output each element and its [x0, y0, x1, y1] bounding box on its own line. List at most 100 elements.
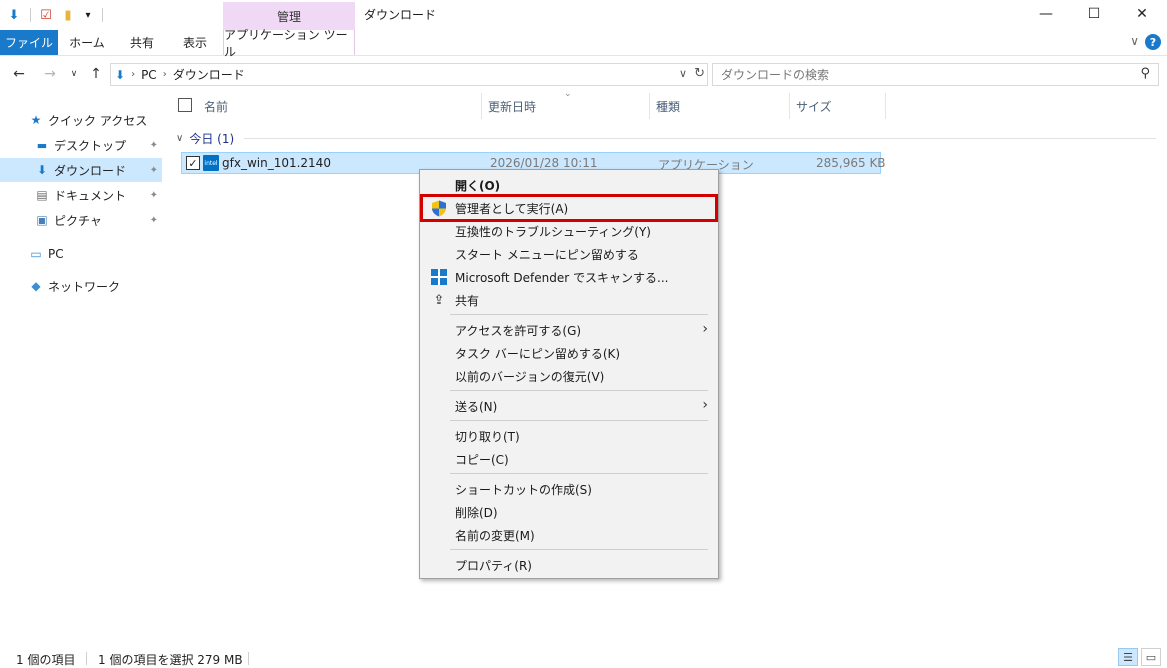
row-checkbox[interactable]: ✓ [186, 156, 200, 170]
group-header-today[interactable]: ∨ 今日 (1) [176, 129, 1156, 147]
breadcrumb-downloads[interactable]: ダウンロード [173, 66, 245, 83]
menu-item-pin-to-taskbar[interactable]: タスク バーにピン留めする(K) [422, 342, 716, 364]
menu-separator [450, 390, 708, 391]
file-size: 285,965 KB [816, 156, 886, 170]
sidebar-item-documents[interactable]: ▤ ドキュメント ✦ [0, 183, 162, 207]
navigation-pane: ★ クイック アクセス ▬ デスクトップ ✦ ⬇ ダウンロード ✦ ▤ ドキュメ… [0, 100, 162, 640]
breadcrumb-pc[interactable]: PC [141, 68, 157, 82]
column-type[interactable]: 種類 [650, 93, 790, 119]
picture-icon: ▣ [36, 213, 48, 227]
sort-caret-icon: ⌄ [564, 89, 572, 99]
menu-item-label: 共有 [455, 294, 480, 308]
column-name[interactable]: 名前 [198, 93, 482, 119]
menu-item-label: Microsoft Defender でスキャンする... [455, 271, 669, 285]
back-arrow-icon[interactable]: ← [9, 64, 29, 84]
divider [30, 8, 31, 22]
sidebar-item-desktop[interactable]: ▬ デスクトップ ✦ [0, 133, 162, 157]
tab-application-tools[interactable]: アプリケーション ツール [223, 28, 355, 59]
expand-ribbon-icon[interactable]: ∨ [1130, 34, 1139, 48]
document-icon: ▤ [36, 188, 48, 202]
menu-item-share[interactable]: ⇪ 共有 [422, 289, 716, 311]
tab-file[interactable]: ファイル [0, 30, 58, 55]
desktop-icon: ▬ [36, 138, 48, 152]
pin-icon[interactable]: ✦ [150, 190, 158, 201]
group-divider [244, 137, 1156, 139]
menu-item-cut[interactable]: 切り取り(T) [422, 425, 716, 447]
menu-item-label: 名前の変更(M) [455, 529, 535, 543]
minimize-button[interactable]: — [1022, 0, 1070, 28]
pin-icon[interactable]: ✦ [150, 140, 158, 151]
menu-item-label: 送る(N) [455, 400, 498, 414]
address-bar[interactable]: ⬇ › PC › ダウンロード ∨ ↻ [110, 63, 708, 86]
tab-home[interactable]: ホーム [62, 30, 112, 55]
details-view-icon[interactable]: ☰ [1118, 648, 1138, 666]
menu-item-defender-scan[interactable]: Microsoft Defender でスキャンする... [422, 266, 716, 288]
pin-icon[interactable]: ✦ [150, 165, 158, 176]
menu-item-give-access[interactable]: アクセスを許可する(G) › [422, 319, 716, 341]
sidebar-item-pc[interactable]: ▭ PC [0, 242, 162, 266]
breadcrumb-separator: › [131, 69, 136, 80]
sidebar-item-label: ピクチャ [54, 213, 102, 228]
forward-arrow-icon[interactable]: → [40, 64, 60, 84]
sidebar-item-label: ダウンロード [54, 163, 127, 178]
file-explorer-window: ⬇ ☑ ▮ ▾ 管理 ダウンロード — ☐ ✕ ファイル ホーム 共有 表示 ア… [0, 0, 1167, 668]
share-icon: ⇪ [433, 292, 445, 308]
search-input[interactable] [721, 67, 1121, 82]
pin-icon[interactable]: ✦ [150, 215, 158, 226]
menu-item-label: コピー(C) [455, 453, 509, 467]
menu-item-label: アクセスを許可する(G) [455, 324, 582, 338]
search-box: ⚲ [712, 63, 1159, 86]
tab-view[interactable]: 表示 [172, 30, 218, 55]
sidebar-item-label: クイック アクセス [48, 113, 148, 128]
sidebar-item-quick-access[interactable]: ★ クイック アクセス [0, 108, 162, 132]
menu-separator [450, 549, 708, 550]
menu-item-delete[interactable]: 削除(D) [422, 501, 716, 523]
sidebar-item-label: ネットワーク [48, 279, 121, 294]
menu-item-label: ショートカットの作成(S) [455, 483, 592, 497]
recent-locations-icon[interactable]: ∨ [64, 64, 84, 84]
new-folder-icon[interactable]: ▮ [60, 6, 76, 24]
large-icons-view-icon[interactable]: ▭ [1141, 648, 1161, 666]
menu-item-send-to[interactable]: 送る(N) › [422, 395, 716, 417]
menu-separator [450, 420, 708, 421]
help-icon[interactable]: ? [1145, 34, 1161, 50]
download-arrow-icon[interactable]: ⬇ [6, 6, 22, 24]
status-divider [248, 652, 249, 665]
breadcrumb-separator: › [162, 69, 167, 80]
group-label: 今日 (1) [189, 131, 235, 146]
properties-check-icon[interactable]: ☑ [38, 6, 54, 24]
address-dropdown-icon[interactable]: ∨ [679, 67, 687, 80]
customize-qat-icon[interactable]: ▾ [80, 6, 96, 24]
select-all-checkbox[interactable] [178, 98, 192, 112]
menu-item-properties[interactable]: プロパティ(R) [422, 554, 716, 576]
menu-item-label: 以前のバージョンの復元(V) [455, 370, 605, 384]
maximize-button[interactable]: ☐ [1070, 0, 1118, 28]
tab-share[interactable]: 共有 [118, 30, 166, 55]
search-icon[interactable]: ⚲ [1140, 66, 1150, 81]
sidebar-item-pictures[interactable]: ▣ ピクチャ ✦ [0, 208, 162, 232]
menu-separator [450, 314, 708, 315]
menu-item-create-shortcut[interactable]: ショートカットの作成(S) [422, 478, 716, 500]
up-arrow-icon[interactable]: ↑ [86, 64, 106, 84]
submenu-arrow-icon: › [702, 397, 708, 413]
menu-item-restore-previous-versions[interactable]: 以前のバージョンの復元(V) [422, 365, 716, 387]
sidebar-item-downloads[interactable]: ⬇ ダウンロード ✦ [0, 158, 162, 182]
download-icon: ⬇ [36, 163, 48, 177]
menu-item-label: 開く(O) [455, 179, 501, 193]
menu-item-open[interactable]: 開く(O) [422, 174, 716, 196]
menu-item-pin-to-start[interactable]: スタート メニューにピン留めする [422, 243, 716, 265]
menu-item-label: プロパティ(R) [455, 559, 532, 573]
network-icon: ◆ [31, 279, 41, 293]
column-header: 名前 更新日時 ⌄ 種類 サイズ [170, 89, 886, 119]
menu-item-rename[interactable]: 名前の変更(M) [422, 524, 716, 546]
menu-item-label: 互換性のトラブルシューティング(Y) [455, 225, 651, 239]
column-size[interactable]: サイズ [790, 93, 886, 119]
menu-item-troubleshoot-compatibility[interactable]: 互換性のトラブルシューティング(Y) [422, 220, 716, 242]
menu-item-label: タスク バーにピン留めする(K) [455, 347, 621, 361]
sidebar-item-network[interactable]: ◆ ネットワーク [0, 274, 162, 298]
defender-shield-icon [430, 268, 448, 286]
collapse-chevron-icon[interactable]: ∨ [176, 133, 183, 144]
close-button[interactable]: ✕ [1118, 0, 1166, 28]
refresh-icon[interactable]: ↻ [694, 66, 705, 81]
menu-item-copy[interactable]: コピー(C) [422, 448, 716, 470]
